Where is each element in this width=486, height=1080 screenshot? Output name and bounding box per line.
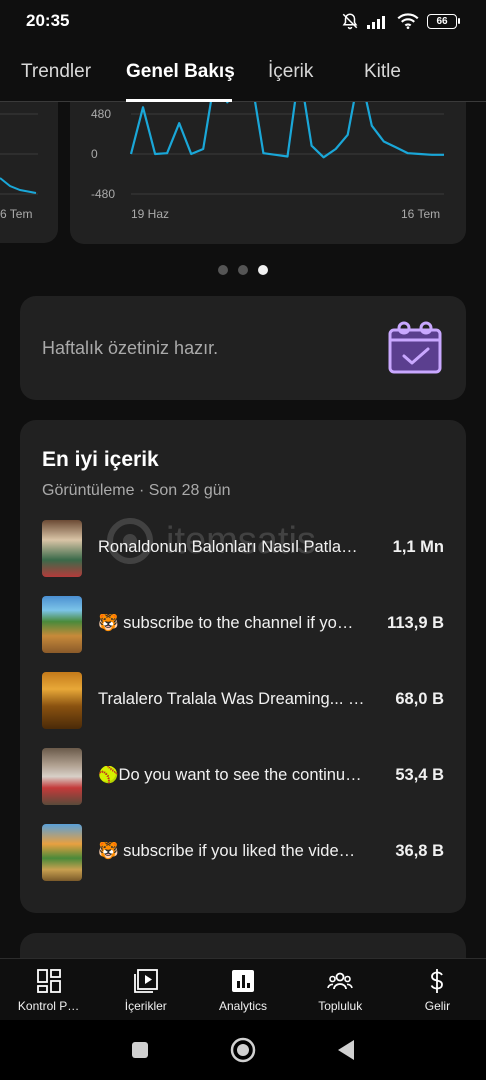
views-series-line [129, 102, 444, 159]
video-views: 68,0 B [395, 690, 444, 708]
mute-bell-icon [342, 13, 358, 30]
carousel-indicator [0, 265, 486, 275]
carousel-dot[interactable] [238, 265, 248, 275]
video-views: 36,8 B [395, 842, 444, 860]
top-content-row[interactable]: 🐯 subscribe if you liked the vide… 36,8 … [42, 824, 444, 882]
x-tick-label: 16 Tem [401, 207, 441, 221]
analytics-icon [232, 970, 254, 992]
tab-bar: Trendler Genel Bakış İçerik Kitle [0, 42, 486, 102]
video-title: 🐯 subscribe if you liked the vide… [98, 842, 356, 860]
video-title: 🥎Do you want to see the continu… [98, 766, 362, 784]
nav-dashboard[interactable]: Kontrol P… [0, 959, 97, 1020]
tab-trends[interactable]: Trendler [21, 42, 91, 102]
video-thumbnail [42, 596, 82, 653]
content-icon [133, 969, 158, 993]
video-views: 113,9 B [387, 614, 444, 632]
status-time: 20:35 [26, 11, 70, 30]
carousel-dot[interactable] [218, 265, 228, 275]
system-nav-bar [0, 1020, 486, 1080]
carousel-dot-active[interactable] [258, 265, 268, 275]
nav-content[interactable]: İçerikler [97, 959, 194, 1020]
home-icon[interactable] [230, 1037, 256, 1063]
nav-label: Analytics [218, 999, 268, 1013]
earn-icon [431, 969, 444, 993]
battery-icon: 66 [427, 13, 460, 29]
status-icons: 66 [341, 12, 460, 30]
wifi-icon [397, 13, 419, 29]
x-tick-label: 19 Haz [131, 207, 170, 221]
top-content-card: En iyi içerik Görüntüleme · Son 28 gün R… [20, 420, 466, 913]
video-views: 53,4 B [395, 766, 444, 784]
video-thumbnail [42, 520, 82, 577]
video-views: 1,1 Mn [392, 538, 444, 556]
video-title: Tralalero Tralala Was Dreaming... … [98, 690, 365, 708]
nav-label: Kontrol P… [17, 999, 80, 1013]
watermark-text: itemsatis [166, 520, 316, 562]
top-content-title: En iyi içerik [42, 448, 159, 471]
video-thumbnail [42, 672, 82, 729]
nav-analytics[interactable]: Analytics [194, 959, 291, 1020]
nav-label: İçerikler [124, 999, 167, 1013]
calendar-check-icon [388, 321, 442, 374]
weekly-summary-text: Haftalık özetiniz hazır. [42, 338, 219, 358]
carousel-card-previous[interactable]: 6 Tem [0, 102, 58, 243]
y-tick-label: 480 [91, 107, 112, 121]
nav-label: Topluluk [318, 999, 363, 1013]
status-bar: 20:35 66 [0, 0, 486, 42]
top-content-row[interactable]: 🥎Do you want to see the continu… 53,4 B [42, 748, 444, 806]
tab-audience[interactable]: Kitle [364, 42, 401, 102]
top-content-subtitle: Görüntüleme · Son 28 gün [42, 482, 231, 499]
weekly-summary-card[interactable]: Haftalık özetiniz hazır. [20, 296, 466, 400]
watermark-logo: itemsatis [100, 516, 380, 566]
prev-x-label: 6 Tem [0, 207, 33, 221]
y-tick-label: 0 [91, 147, 98, 161]
video-title: 🐯 subscribe to the channel if yo… [98, 614, 354, 632]
bottom-nav: Kontrol P… İçerikler Analytics Topluluk [0, 958, 486, 1020]
tab-overview[interactable]: Genel Bakış [126, 42, 235, 102]
nav-community[interactable]: Topluluk [292, 959, 389, 1020]
carousel-card-chart[interactable]: 480 0 -480 19 Haz 16 Tem [70, 102, 466, 244]
community-icon [327, 972, 353, 990]
video-thumbnail [42, 748, 82, 805]
dashboard-icon [36, 969, 61, 993]
nav-label: Gelir [424, 999, 451, 1013]
top-content-row[interactable]: 🐯 subscribe to the channel if yo… 113,9 … [42, 596, 444, 654]
recents-icon[interactable] [130, 1040, 150, 1060]
back-icon[interactable] [336, 1039, 356, 1061]
tab-content[interactable]: İçerik [268, 42, 313, 102]
battery-level: 66 [427, 13, 457, 29]
video-thumbnail [42, 824, 82, 881]
signal-icon [367, 16, 385, 29]
nav-earn[interactable]: Gelir [389, 959, 486, 1020]
views-line-chart [129, 102, 444, 195]
top-content-row[interactable]: Tralalero Tralala Was Dreaming... … 68,0… [42, 672, 444, 730]
prev-chart [0, 113, 38, 195]
y-tick-label: -480 [91, 187, 116, 201]
